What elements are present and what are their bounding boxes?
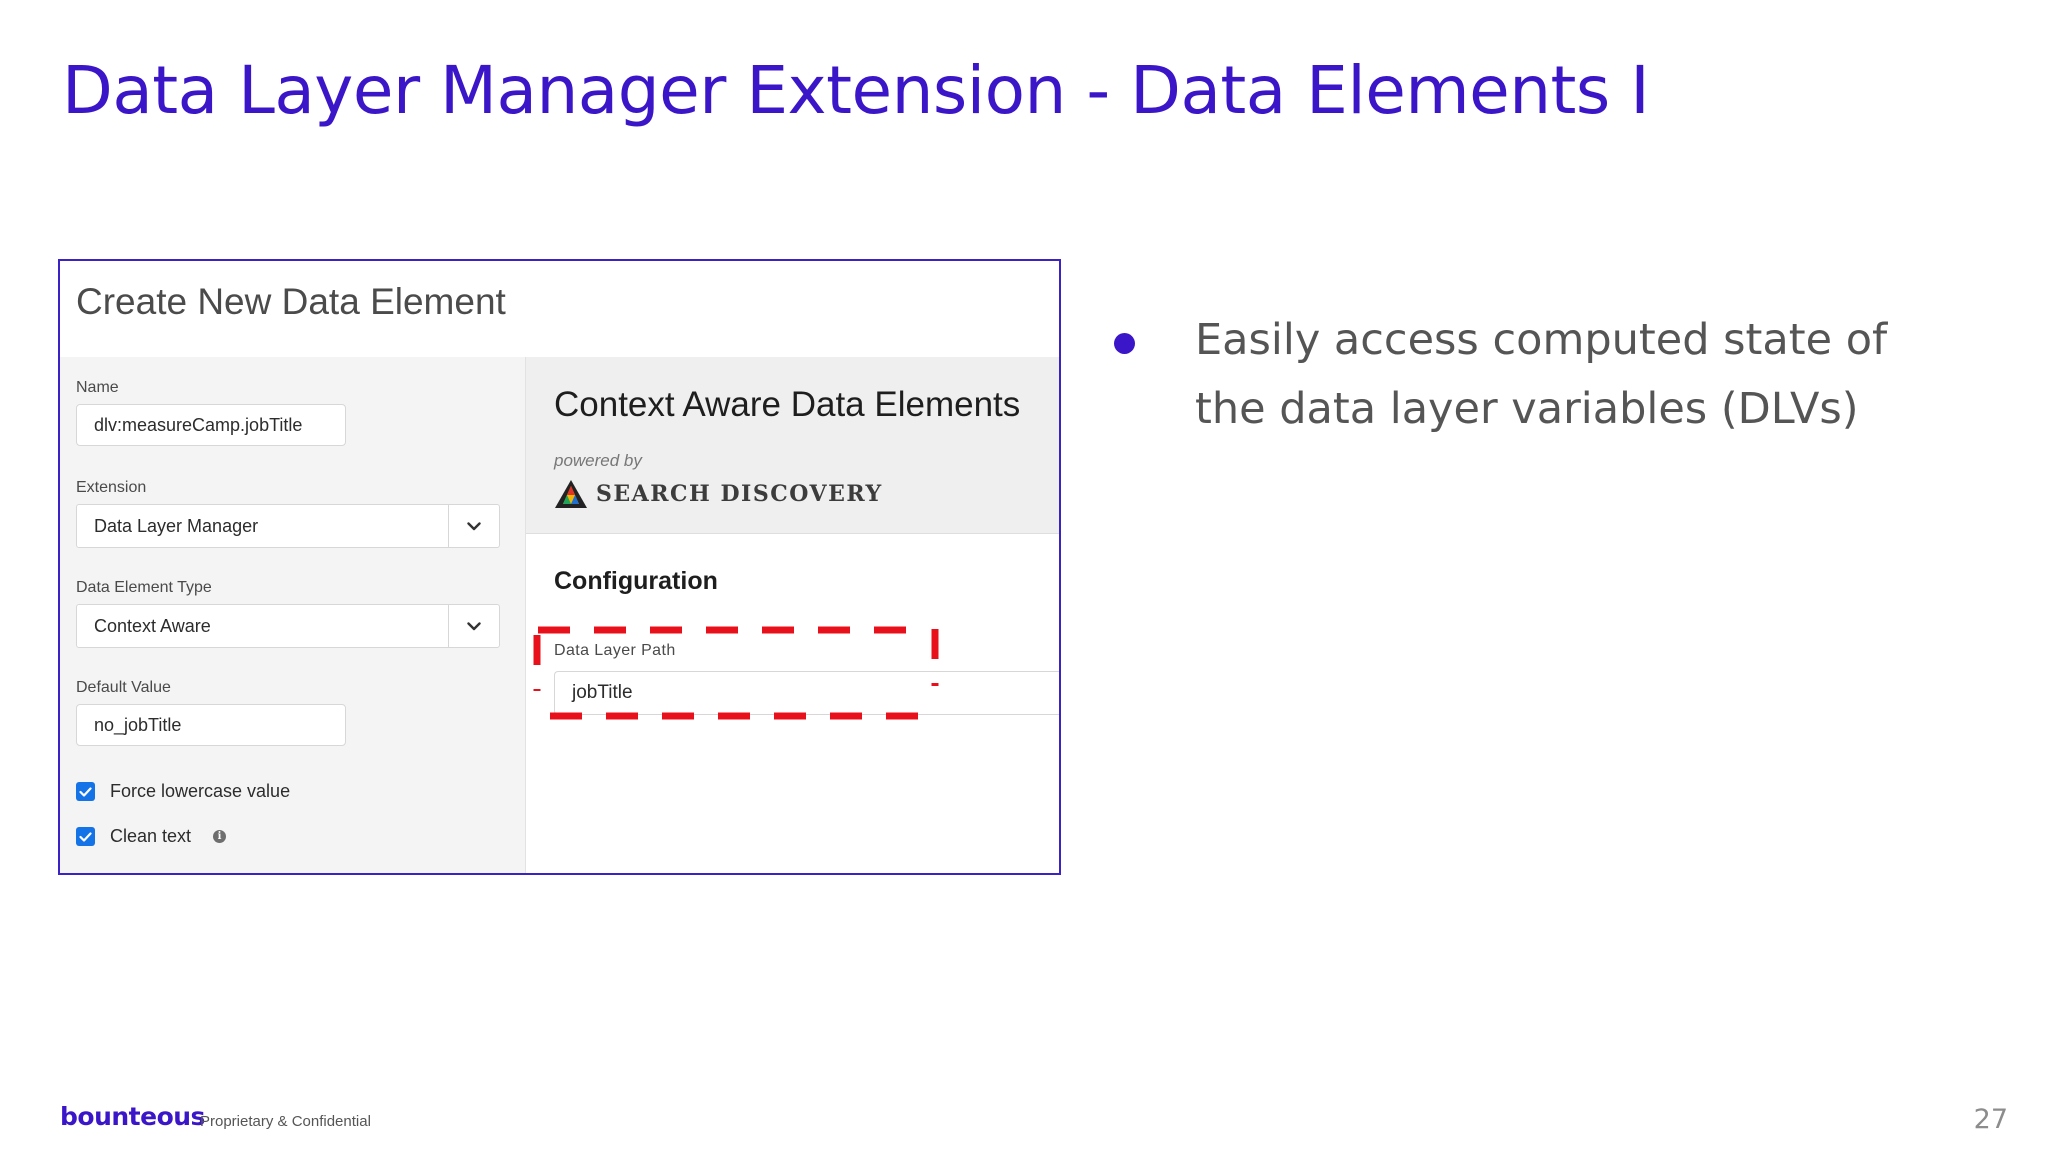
bullet-dot-icon [1114,333,1135,354]
force-lowercase-row[interactable]: Force lowercase value [76,781,290,802]
powered-by-text: powered by [554,451,642,470]
info-icon[interactable]: i [213,830,227,843]
extension-config-pane: Context Aware Data Elements powered by S… [526,357,1059,873]
default-value-input[interactable]: no_jobTitle [76,704,346,746]
data-layer-path-label: Data Layer Path [554,642,676,659]
clean-text-checkbox[interactable] [76,827,95,846]
extension-select[interactable]: Data Layer Manager [76,504,500,548]
clean-text-row[interactable]: Clean text i [76,826,227,847]
data-element-screenshot: Create New Data Element Name dlv:measure… [58,259,1061,875]
force-lowercase-label: Force lowercase value [110,781,291,801]
search-discovery-logo-icon [555,480,587,508]
checkmark-icon [79,831,92,842]
name-label: Name [76,379,119,396]
name-input[interactable]: dlv:measureCamp.jobTitle [76,404,346,446]
extension-select-value: Data Layer Manager [94,516,259,536]
search-discovery-brand: SEARCH DISCOVERY [554,479,883,509]
slide-title: Data Layer Manager Extension - Data Elem… [62,52,1650,129]
bounteous-logo: bounteous [60,1102,205,1131]
panel-title: Create New Data Element [76,281,506,322]
force-lowercase-checkbox[interactable] [76,782,95,801]
footer-note: Proprietary & Confidential [200,1113,371,1130]
bullet-text: Easily access computed state of the data… [1195,315,1888,434]
configuration-heading: Configuration [554,567,718,595]
extension-dropdown-button[interactable] [448,505,499,547]
data-layer-path-input[interactable]: jobTitle [554,671,1059,715]
chevron-down-icon [467,521,481,530]
data-element-form: Name dlv:measureCamp.jobTitle Extension … [60,357,526,873]
clean-text-label: Clean text [110,826,192,846]
brand-name: SEARCH DISCOVERY [596,481,883,507]
default-value-label: Default Value [76,679,171,696]
page-number: 27 [1973,1104,2008,1135]
type-select[interactable]: Context Aware [76,604,500,648]
checkmark-icon [79,786,92,797]
chevron-down-icon [467,621,481,630]
type-dropdown-button[interactable] [448,605,499,647]
panel-header: Create New Data Element [60,261,1059,358]
extension-label: Extension [76,479,147,496]
type-select-value: Context Aware [94,616,211,636]
type-label: Data Element Type [76,579,212,596]
extension-title: Context Aware Data Elements [554,385,1021,424]
extension-banner: Context Aware Data Elements powered by S… [526,357,1059,534]
